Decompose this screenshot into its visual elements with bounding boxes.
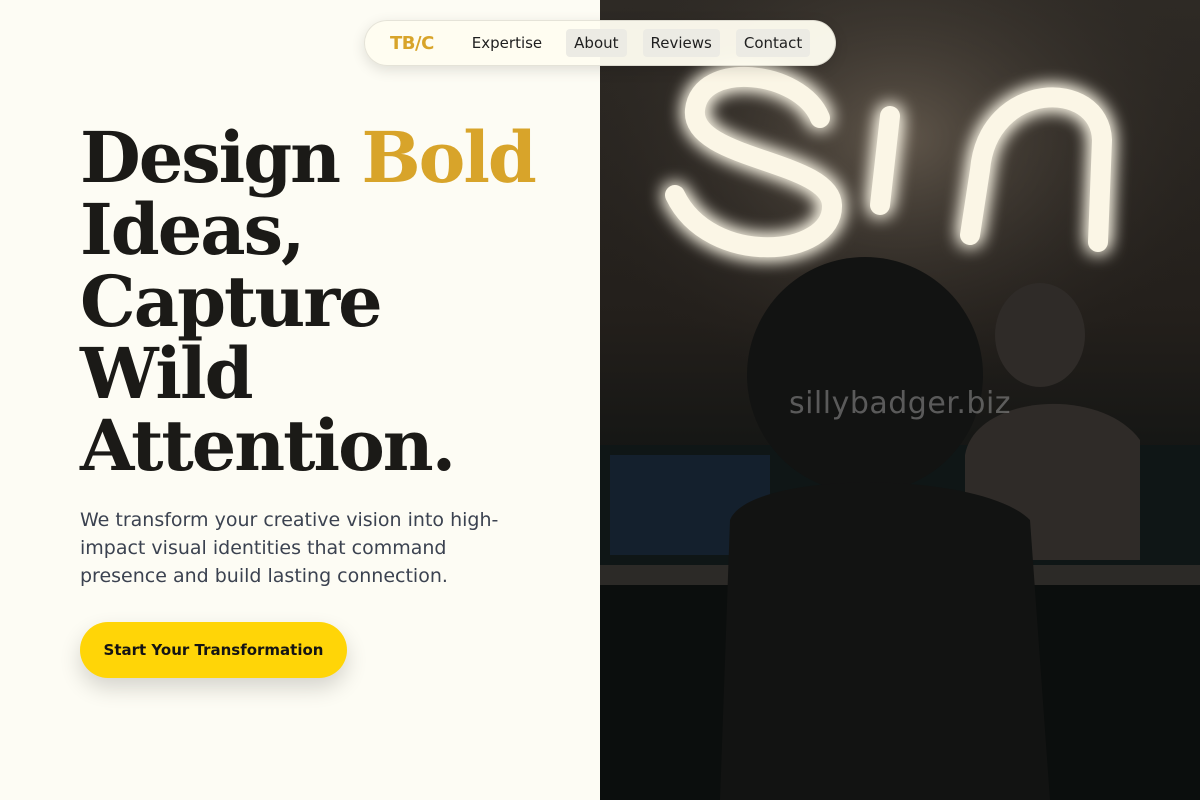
top-navigation: TB/C Expertise About Reviews Contact	[364, 20, 836, 66]
headline-line-1: Design Bold	[80, 122, 580, 194]
watermark-text: sillybadger.biz	[788, 386, 1012, 421]
start-transformation-button[interactable]: Start Your Transformation	[80, 622, 347, 678]
nav-link-expertise[interactable]: Expertise	[464, 29, 550, 57]
headline-accent-word: Bold	[361, 116, 536, 199]
headline-line-5: Attention.	[80, 404, 456, 487]
hero-headline: Design Bold Ideas, Capture Wild Attentio…	[80, 122, 580, 482]
hero-subtext: We transform your creative vision into h…	[80, 509, 499, 587]
hero-section: Design Bold Ideas, Capture Wild Attentio…	[0, 0, 600, 800]
headline-line-3: Capture	[80, 260, 383, 343]
nav-link-reviews[interactable]: Reviews	[642, 29, 720, 57]
nav-link-contact[interactable]: Contact	[735, 29, 811, 57]
headline-line-2: Ideas,	[80, 188, 305, 271]
brand-logo[interactable]: TB/C	[390, 33, 434, 54]
headline-line-4: Wild	[80, 332, 254, 415]
nav-link-about[interactable]: About	[566, 29, 627, 57]
headline-word-design: Design	[80, 116, 341, 199]
